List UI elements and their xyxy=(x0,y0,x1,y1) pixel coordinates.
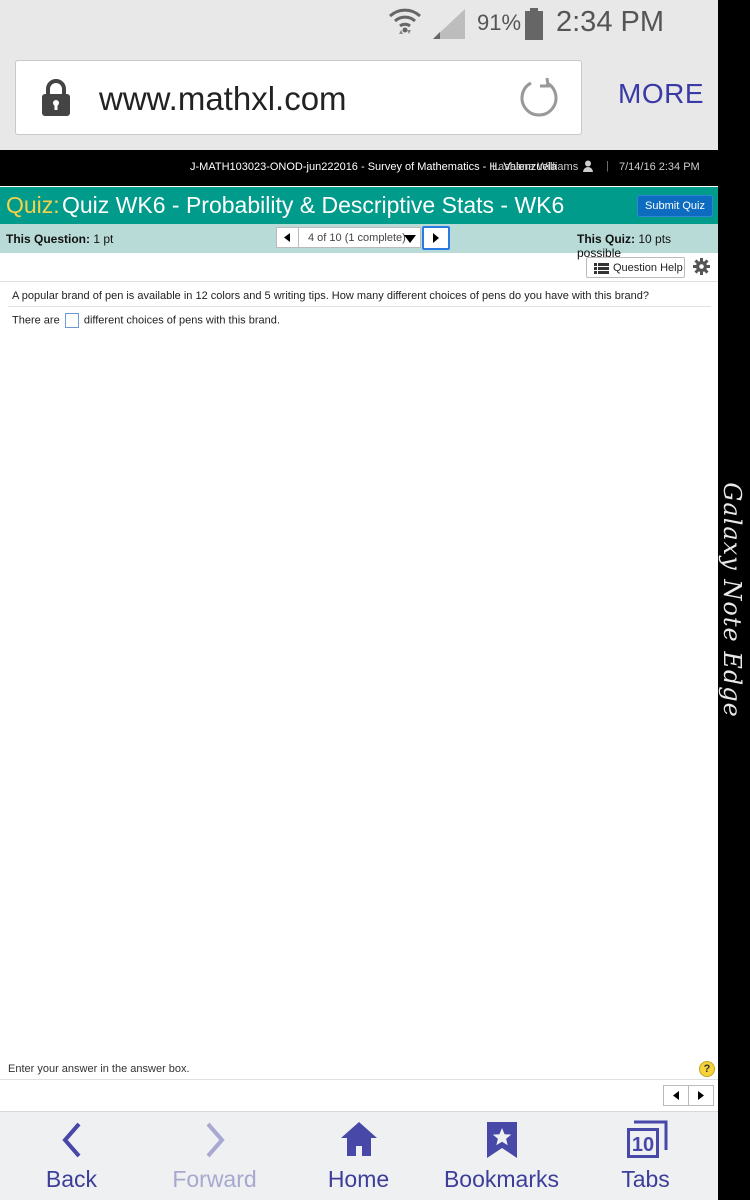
bookmarks-label: Bookmarks xyxy=(443,1166,560,1192)
chevron-left-icon xyxy=(61,1122,81,1158)
question-select[interactable]: 4 of 10 (1 complete) xyxy=(299,227,421,248)
user-icon xyxy=(583,160,593,172)
list-icon xyxy=(594,263,609,274)
help-icon[interactable]: ? xyxy=(699,1061,715,1077)
home-button[interactable]: Home xyxy=(287,1112,430,1200)
url-bar[interactable]: www.mathxl.com xyxy=(15,60,582,135)
question-bar: This Question: 1 pt 4 of 10 (1 complete)… xyxy=(0,224,718,260)
previous-question-button[interactable] xyxy=(276,227,299,248)
more-button[interactable]: MORE xyxy=(618,78,704,110)
course-bar: J-MATH103023-ONOD-jun222016 - Survey of … xyxy=(0,150,718,186)
question-help-label: Question Help xyxy=(613,262,683,274)
gear-icon[interactable] xyxy=(693,258,710,275)
tabs-label: Tabs xyxy=(621,1166,670,1192)
quiz-prefix: Quiz: xyxy=(6,192,60,218)
user-name: Lashana Williams xyxy=(492,161,579,173)
phone-screen: 91% 2:34 PM www.mathxl.com MORE J-MATH10… xyxy=(0,0,718,1200)
help-row: Question Help xyxy=(0,253,718,282)
browser-toolbar: www.mathxl.com MORE xyxy=(0,48,718,150)
bottom-navigation: Back Forward Home Bookmarks 10 Tabs xyxy=(0,1111,718,1200)
submit-quiz-button[interactable]: Submit Quiz xyxy=(637,195,713,217)
bookmark-star-icon xyxy=(486,1122,517,1158)
answer-suffix: different choices of pens with this bran… xyxy=(83,314,280,327)
lock-icon xyxy=(42,79,70,116)
battery-icon xyxy=(525,8,543,40)
tabs-button[interactable]: 10 Tabs xyxy=(574,1112,717,1200)
scroll-previous-button[interactable] xyxy=(663,1085,689,1106)
signal-icon xyxy=(433,9,465,39)
this-question-points: This Question: 1 pt xyxy=(6,232,113,246)
device-edge-label: Galaxy Note Edge xyxy=(718,482,746,718)
caret-down-icon xyxy=(404,235,416,243)
triangle-right-icon xyxy=(698,1091,704,1100)
status-bar: 91% 2:34 PM xyxy=(0,0,718,48)
hint-row: Enter your answer in the answer box. ? xyxy=(0,1058,718,1080)
question-help-button[interactable]: Question Help xyxy=(586,257,685,278)
this-quiz-label: This Quiz: xyxy=(577,232,635,246)
forward-button[interactable]: Forward xyxy=(143,1112,286,1200)
back-label: Back xyxy=(45,1166,98,1192)
next-question-button[interactable] xyxy=(422,226,450,250)
bookmarks-button[interactable]: Bookmarks xyxy=(430,1112,573,1200)
wifi-icon xyxy=(388,8,422,34)
triangle-left-icon xyxy=(673,1091,679,1100)
question-position: 4 of 10 (1 complete) xyxy=(308,232,406,244)
this-question-label: This Question: xyxy=(6,232,90,246)
question-text: A popular brand of pen is available in 1… xyxy=(12,290,649,302)
forward-label: Forward xyxy=(172,1166,257,1192)
chevron-right-icon xyxy=(205,1122,225,1158)
scroll-next-button[interactable] xyxy=(688,1085,714,1106)
triangle-right-icon xyxy=(433,233,439,243)
home-icon xyxy=(340,1122,377,1156)
back-button[interactable]: Back xyxy=(0,1112,143,1200)
triangle-left-icon xyxy=(284,233,290,242)
divider xyxy=(8,306,711,307)
url-text[interactable]: www.mathxl.com xyxy=(99,80,347,118)
hint-text: Enter your answer in the answer box. xyxy=(8,1063,190,1075)
home-label: Home xyxy=(327,1166,390,1192)
this-question-value: 1 pt xyxy=(93,232,114,246)
separator: | xyxy=(606,160,609,172)
clock: 2:34 PM xyxy=(556,6,664,38)
reload-icon[interactable] xyxy=(518,77,560,119)
quiz-title: Quiz WK6 - Probability & Descriptive Sta… xyxy=(62,192,565,218)
answer-line: There are different choices of pens with… xyxy=(12,313,280,328)
answer-prefix: There are xyxy=(12,314,60,327)
quiz-title-bar: Quiz: Quiz WK6 - Probability & Descripti… xyxy=(0,187,718,224)
answer-input[interactable] xyxy=(64,313,79,328)
tabs-icon: 10 xyxy=(626,1120,667,1158)
tab-count: 10 xyxy=(631,1134,653,1156)
datetime: 7/14/16 2:34 PM xyxy=(619,161,700,173)
battery-percent: 91% xyxy=(477,10,522,35)
